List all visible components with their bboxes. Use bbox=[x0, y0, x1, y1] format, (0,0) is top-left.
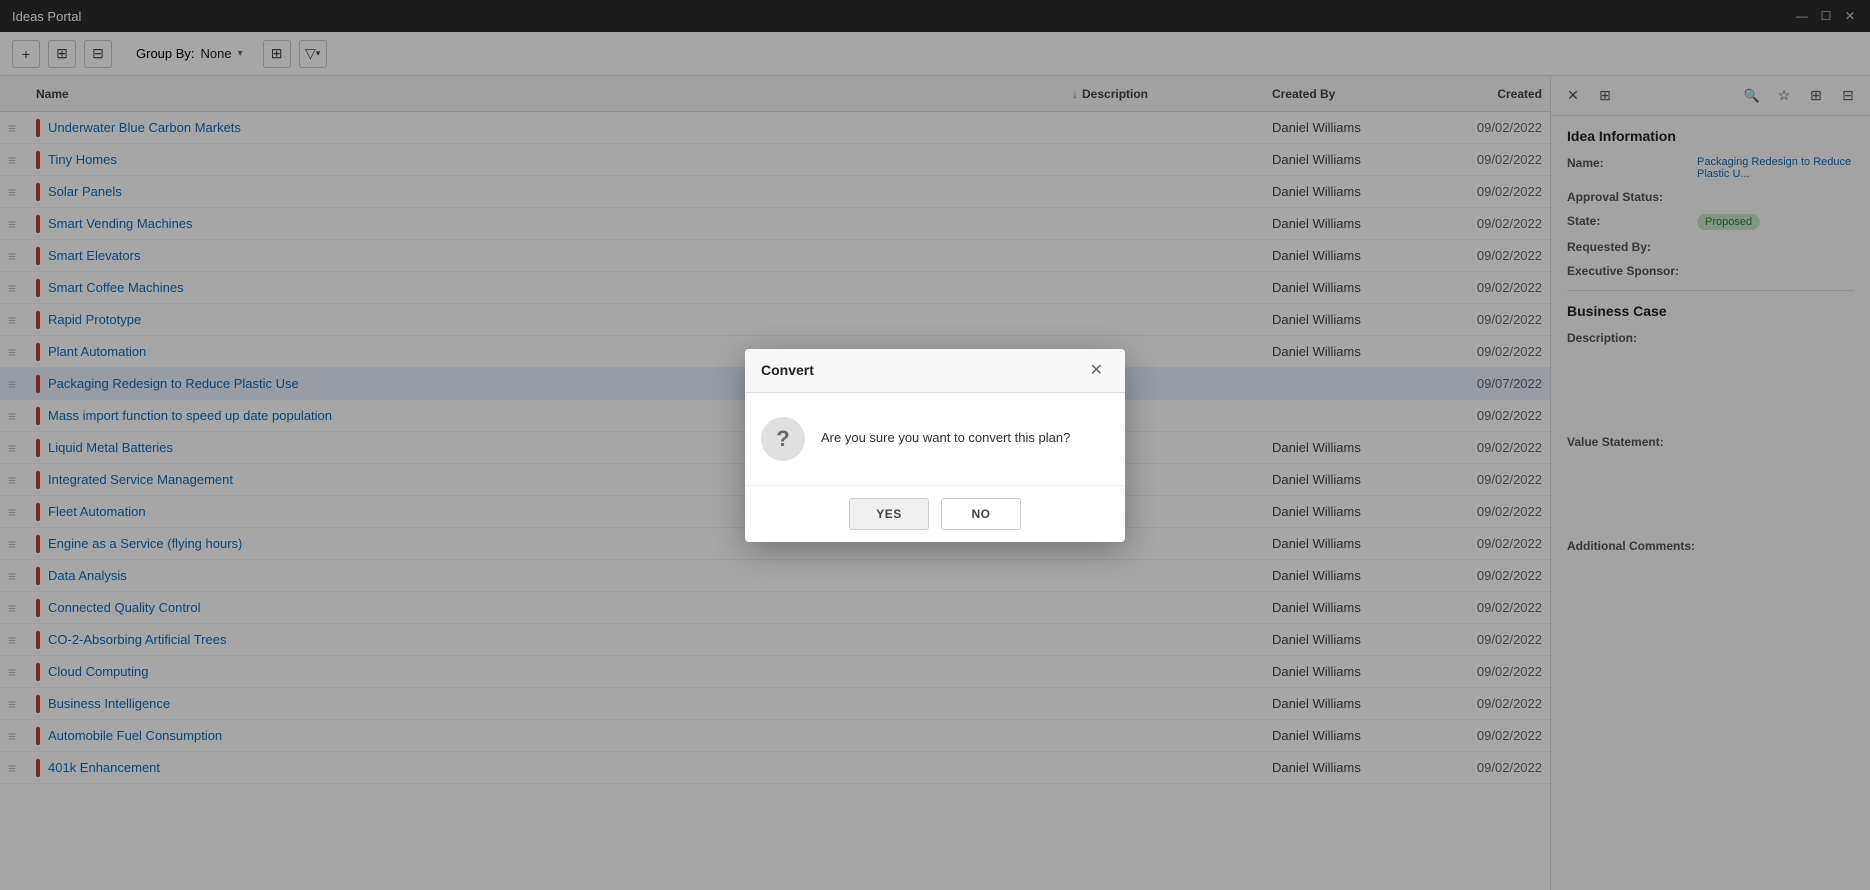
modal-close-button[interactable]: ✕ bbox=[1084, 358, 1109, 382]
modal-title: Convert bbox=[761, 362, 814, 378]
modal-footer: YES NO bbox=[745, 485, 1125, 542]
yes-button[interactable]: YES bbox=[849, 498, 929, 530]
no-button[interactable]: NO bbox=[941, 498, 1021, 530]
app-container: Ideas Portal — ☐ ✕ + ⊞ ⊟ Group By: None … bbox=[0, 0, 1870, 890]
modal-message: Are you sure you want to convert this pl… bbox=[821, 429, 1070, 447]
modal-body: ? Are you sure you want to convert this … bbox=[745, 393, 1125, 485]
modal-overlay: Convert ✕ ? Are you sure you want to con… bbox=[0, 0, 1870, 890]
modal-header: Convert ✕ bbox=[745, 349, 1125, 393]
convert-modal: Convert ✕ ? Are you sure you want to con… bbox=[745, 349, 1125, 542]
question-icon: ? bbox=[761, 417, 805, 461]
